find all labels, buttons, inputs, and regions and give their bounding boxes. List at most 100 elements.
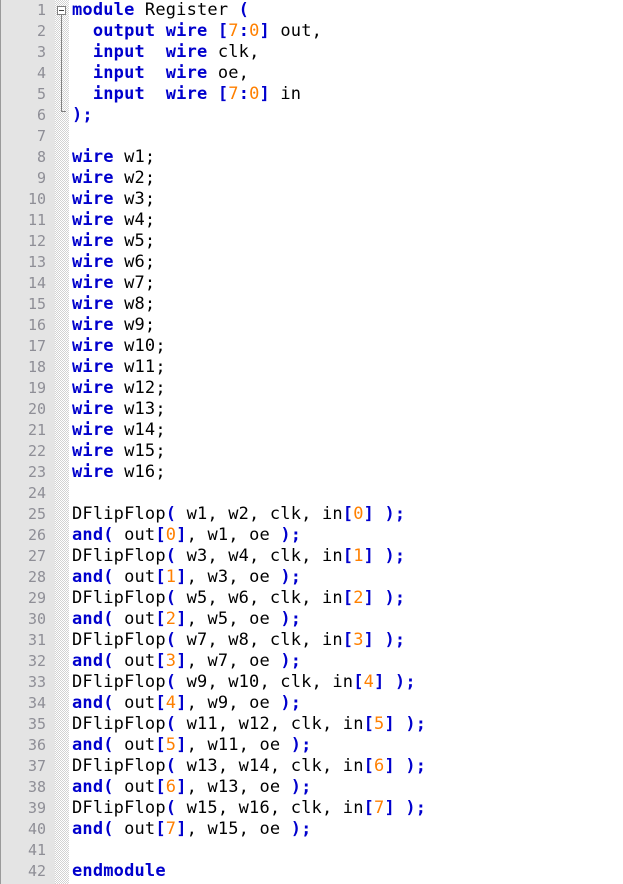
code-line[interactable]: and( out[6], w13, oe ); [69,777,623,798]
code-token-id: w3; [113,189,156,209]
code-line[interactable]: input wire oe, [69,63,623,84]
code-line[interactable] [69,126,623,147]
code-token-punc: ] [176,735,187,755]
code-token-id: w1; [113,147,156,167]
code-token-punc: ( [165,798,177,818]
code-token-punc: ( [165,756,177,776]
code-token-kw: wire [165,63,208,83]
code-line[interactable]: DFlipFlop( w9, w10, clk, in[4] ); [69,672,623,693]
code-line[interactable]: wire w15; [69,441,623,462]
code-line[interactable]: wire w13; [69,399,623,420]
line-number: 10 [27,190,46,208]
code-token-id [384,672,394,692]
code-token-punc: ); [280,567,302,587]
code-token-num: 6 [165,777,177,797]
code-token-punc: [ [363,756,375,776]
code-line[interactable]: wire w11; [69,357,623,378]
code-line[interactable]: wire w2; [69,168,623,189]
code-token-kw: wire [72,462,114,482]
code-line[interactable]: DFlipFlop( w15, w16, clk, in[7] ); [69,798,623,819]
code-token-kw: and [72,525,104,545]
code-token-punc: ] [176,525,187,545]
fold-minus-icon[interactable] [57,6,66,15]
code-token-id [145,63,166,83]
code-token-punc: ] [259,84,270,104]
code-token-punc: ] [363,546,375,566]
code-token-punc: [ [342,546,354,566]
line-number: 37 [27,757,46,775]
code-line[interactable]: wire w5; [69,231,623,252]
code-token-id: , w9, oe [186,693,281,713]
code-text-area[interactable]: module Register ( output wire [7:0] out,… [69,0,623,884]
code-line[interactable]: DFlipFlop( w5, w6, clk, in[2] ); [69,588,623,609]
fold-end-elbow [61,111,66,112]
code-token-kw: input [92,63,145,83]
code-line[interactable] [69,483,623,504]
code-token-id [207,21,217,41]
code-token-kw: and [72,693,104,713]
code-line[interactable]: wire w7; [69,273,623,294]
code-editor[interactable]: 1 2 3 4 5 6 7 8 9 10 11 12 13 14 15 16 17 18 19 20 21 22 23 24 2… [0,0,623,884]
code-line[interactable]: DFlipFlop( w1, w2, clk, in[0] ); [69,504,623,525]
code-token-num: 5 [165,735,177,755]
line-number: 26 [27,526,46,544]
code-token-kw: input [92,84,145,104]
code-token-num: 7 [228,84,239,104]
code-token-id [72,63,93,83]
code-token-num: 1 [165,567,177,587]
code-line[interactable]: wire w10; [69,336,623,357]
code-folding-gutter[interactable] [55,0,69,884]
line-number: 22 [27,442,46,460]
code-line[interactable]: DFlipFlop( w3, w4, clk, in[1] ); [69,546,623,567]
code-line[interactable]: module Register ( [69,0,623,21]
code-token-num: 7 [374,798,385,818]
code-token-id: , w11, oe [186,735,291,755]
line-number: 32 [27,652,46,670]
code-token-punc: ( [103,735,114,755]
code-token-kw: wire [72,231,114,251]
code-line[interactable]: output wire [7:0] out, [69,21,623,42]
code-line[interactable]: and( out[3], w7, oe ); [69,651,623,672]
code-line[interactable]: input wire [7:0] in [69,84,623,105]
code-token-num: 1 [353,546,364,566]
code-line[interactable]: wire w1; [69,147,623,168]
code-line[interactable]: wire w12; [69,378,623,399]
code-line[interactable]: and( out[1], w3, oe ); [69,567,623,588]
code-token-id: DFlipFlop [72,714,166,734]
line-number: 27 [27,547,46,565]
code-line[interactable]: ); [69,105,623,126]
code-line[interactable]: wire w14; [69,420,623,441]
code-line[interactable]: DFlipFlop( w7, w8, clk, in[3] ); [69,630,623,651]
code-line[interactable]: wire w4; [69,210,623,231]
code-line[interactable]: and( out[7], w15, oe ); [69,819,623,840]
code-token-punc: [ [217,84,229,104]
code-line[interactable]: wire w3; [69,189,623,210]
code-token-kw: and [72,567,104,587]
code-line[interactable]: wire w6; [69,252,623,273]
code-line[interactable]: wire w8; [69,294,623,315]
fold-connector-line [61,15,62,111]
code-token-id: out [113,651,156,671]
code-line[interactable]: DFlipFlop( w13, w14, clk, in[6] ); [69,756,623,777]
code-line[interactable]: and( out[2], w5, oe ); [69,609,623,630]
code-token-kw: wire [72,441,114,461]
code-line[interactable]: and( out[4], w9, oe ); [69,693,623,714]
code-line[interactable]: input wire clk, [69,42,623,63]
code-token-kw: output [92,21,156,41]
code-token-id: w4; [113,210,156,230]
code-line[interactable]: wire w16; [69,462,623,483]
code-line[interactable]: wire w9; [69,315,623,336]
code-line[interactable] [69,840,623,861]
code-token-kw: wire [72,420,114,440]
code-token-kw: wire [165,21,208,41]
code-line[interactable]: endmodule [69,861,623,882]
code-token-punc: [ [342,630,354,650]
code-line[interactable]: and( out[5], w11, oe ); [69,735,623,756]
code-line[interactable]: DFlipFlop( w11, w12, clk, in[5] ); [69,714,623,735]
code-token-kw: and [72,735,104,755]
code-token-punc: ] [176,819,187,839]
code-token-id [395,798,405,818]
code-line[interactable]: and( out[0], w1, oe ); [69,525,623,546]
line-number: 23 [27,463,46,481]
code-token-id: w1, w2, clk, in [176,504,343,524]
